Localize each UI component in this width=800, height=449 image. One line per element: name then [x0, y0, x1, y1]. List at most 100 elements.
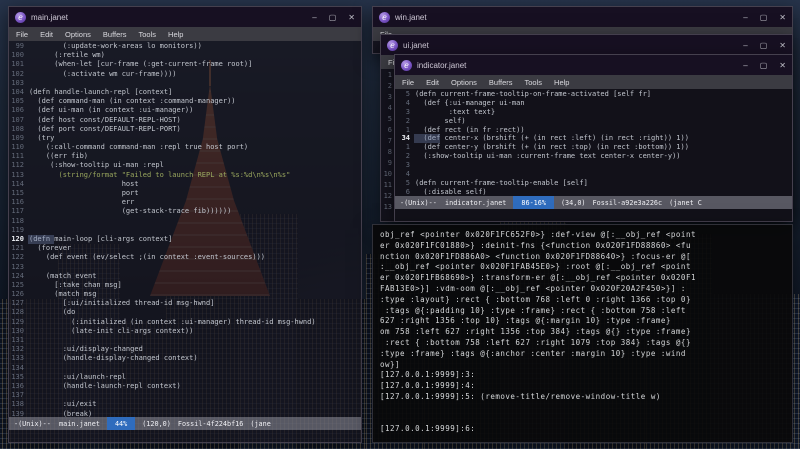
menu-item[interactable]: Help	[554, 78, 569, 87]
code-line: 102 (:activate wm cur-frame))))	[11, 69, 177, 78]
menu-item[interactable]: Help	[168, 30, 183, 39]
close-button[interactable]: ✕	[779, 61, 786, 70]
menu-item[interactable]: Options	[451, 78, 477, 87]
code-line: 138 :ui/exit	[11, 400, 97, 409]
menu-item[interactable]: Buffers	[103, 30, 127, 39]
window-title: main.janet	[31, 12, 68, 22]
line-number: 8	[387, 148, 392, 156]
code-line: 106 (def ui-man (in context :ui-manager)…	[11, 106, 194, 115]
close-button[interactable]: ✕	[779, 13, 786, 22]
titlebar[interactable]: e main.janet – ▢ ✕	[9, 7, 361, 27]
window-controls: – ▢ ✕	[743, 41, 786, 50]
code-line: 113 (string/format "Failed to launch REP…	[11, 170, 291, 179]
minimize-button[interactable]: –	[312, 13, 316, 22]
modeline-vcs: Fossil-4f224bf16	[177, 419, 244, 428]
code-line: 128 (do	[11, 308, 76, 317]
code-line: 1 (def rect (in fr :rect))	[405, 125, 525, 134]
code-line: 111 ((err fib)	[11, 152, 89, 161]
emacs-icon: e	[401, 59, 412, 71]
emacs-icon: e	[379, 11, 390, 23]
terminal-line: :type :frame} :tags @{:anchor :center :m…	[380, 348, 686, 358]
code-buffer[interactable]: 5 (defn current-frame-tooltip-on-frame-ac…	[395, 89, 792, 196]
menu-item[interactable]: Edit	[426, 78, 439, 87]
position-badge: 86-16%	[513, 196, 554, 209]
menu-item[interactable]: Buffers	[489, 78, 513, 87]
line-number: 9	[387, 159, 392, 167]
window-controls: – ▢ ✕	[743, 61, 786, 70]
modeline: -(Unix)-- indicator.janet 86-16% (34,0) …	[395, 196, 792, 209]
menu-item[interactable]: File	[402, 78, 414, 87]
terminal-line: :__obj_ref <pointer 0x020F1FAB45E0>} :ro…	[380, 262, 691, 272]
code-line: 114 host	[11, 179, 139, 188]
code-line: 110 (:call-command command-man :repl tru…	[11, 143, 249, 152]
terminal-line: om 758 :left 627 :right 1356 :top 384} :…	[380, 327, 691, 337]
code-line: 2 (:show-tooltip ui-man :current-frame t…	[405, 152, 681, 161]
line-number: 2	[387, 82, 392, 90]
indicator-editor-window: e indicator.janet – ▢ ✕ File Edit Options B…	[394, 54, 793, 222]
menu-item[interactable]: File	[16, 30, 28, 39]
code-line: 1 (def center-y (brshift (+ (in rect :to…	[405, 143, 689, 152]
menu-item[interactable]: Tools	[139, 30, 157, 39]
maximize-button[interactable]: ▢	[760, 41, 768, 50]
menu-item[interactable]: Tools	[525, 78, 543, 87]
close-button[interactable]: ✕	[779, 41, 786, 50]
titlebar[interactable]: e indicator.janet – ▢ ✕	[395, 55, 792, 75]
code-line: 5 (defn current-frame-tooltip-enable [sel…	[405, 178, 588, 187]
code-line: 134	[11, 363, 24, 372]
emacs-icon: e	[387, 39, 398, 51]
menu-item[interactable]: Edit	[40, 30, 53, 39]
modeline-vcs: Fossil-a92e3a226c	[592, 198, 663, 207]
code-line: 127 [:ui/initialized thread-id msg-hwnd]	[11, 299, 215, 308]
code-line: 103	[11, 78, 24, 87]
terminal-line: er 0x020F1FC01880>} :deinit-fns {<functi…	[380, 240, 691, 250]
code-line: 124 (match event	[11, 271, 97, 280]
code-line: 4 (def {:ui-manager ui-man	[405, 98, 525, 107]
titlebar[interactable]: e ui.janet – ▢ ✕	[381, 35, 792, 55]
menubar: File Edit Options Buffers Tools Help	[395, 75, 792, 89]
echo-area	[395, 209, 792, 221]
code-line: 104 (defn handle-launch-repl [context]	[11, 87, 173, 96]
code-line: 100 (:retile wm)	[11, 51, 105, 60]
code-line: 4	[405, 170, 410, 179]
repl-output[interactable]: obj_ref <pointer 0x020F1FC652F0>} :def-v…	[373, 225, 792, 442]
line-number: 3	[387, 93, 392, 101]
line-number: 5	[387, 115, 392, 123]
line-number: 7	[387, 137, 392, 145]
terminal-line: er 0x020F1FB68690>} :transform-er @[:__o…	[380, 273, 696, 283]
code-line: 133 (handle-display-changed context)	[11, 354, 198, 363]
code-line: 118	[11, 216, 24, 225]
terminal-line: [127.0.0.1:9999]:6:	[380, 424, 476, 434]
minimize-button[interactable]: –	[743, 61, 747, 70]
code-line: 117 (get-stack-trace fib))))))	[11, 207, 232, 216]
maximize-button[interactable]: ▢	[760, 13, 768, 22]
minimize-button[interactable]: –	[743, 41, 747, 50]
terminal-line: [127.0.0.1:9999]:4:	[380, 381, 476, 391]
code-line: 109 (try	[11, 133, 55, 142]
close-button[interactable]: ✕	[348, 13, 355, 22]
code-buffer[interactable]: 99 (:update-work-areas lo monitors)) 100 …	[9, 41, 361, 417]
line-number: 10	[383, 170, 392, 178]
titlebar[interactable]: e win.janet – ▢ ✕	[373, 7, 792, 27]
window-title: win.janet	[395, 12, 427, 22]
maximize-button[interactable]: ▢	[760, 61, 768, 70]
position-badge: 44%	[106, 417, 136, 430]
code-line: 3 :text text}	[405, 107, 496, 116]
menu-item[interactable]: Options	[65, 30, 91, 39]
code-line: 119	[11, 225, 24, 234]
maximize-button[interactable]: ▢	[329, 13, 337, 22]
terminal-line: 627 :right 1356 :top 10} :tags @{:margin…	[380, 316, 671, 326]
code-line: 125 [:take chan msg]	[11, 280, 122, 289]
code-line: 129 (:initialized (in context :ui-manage…	[11, 317, 316, 326]
line-number: 1	[387, 71, 392, 79]
minimize-button[interactable]: –	[743, 13, 747, 22]
main-editor-window: e main.janet – ▢ ✕ File Edit Options Buffer…	[8, 6, 362, 443]
line-number: 13	[383, 203, 392, 211]
echo-area	[9, 430, 361, 442]
window-title: ui.janet	[403, 40, 429, 50]
code-line: 105 (def command-man (in context :comman…	[11, 97, 236, 106]
code-line: 126 (match msg	[11, 290, 97, 299]
modeline: -(Unix)-- main.janet 44% (120,0) Fossil-…	[9, 417, 361, 430]
modeline-cursor-position: (34,0)	[560, 198, 586, 207]
terminal-line: obj_ref <pointer 0x020F1FC652F0>} :def-v…	[380, 230, 696, 239]
modeline-major-mode: (janet C	[669, 198, 702, 207]
